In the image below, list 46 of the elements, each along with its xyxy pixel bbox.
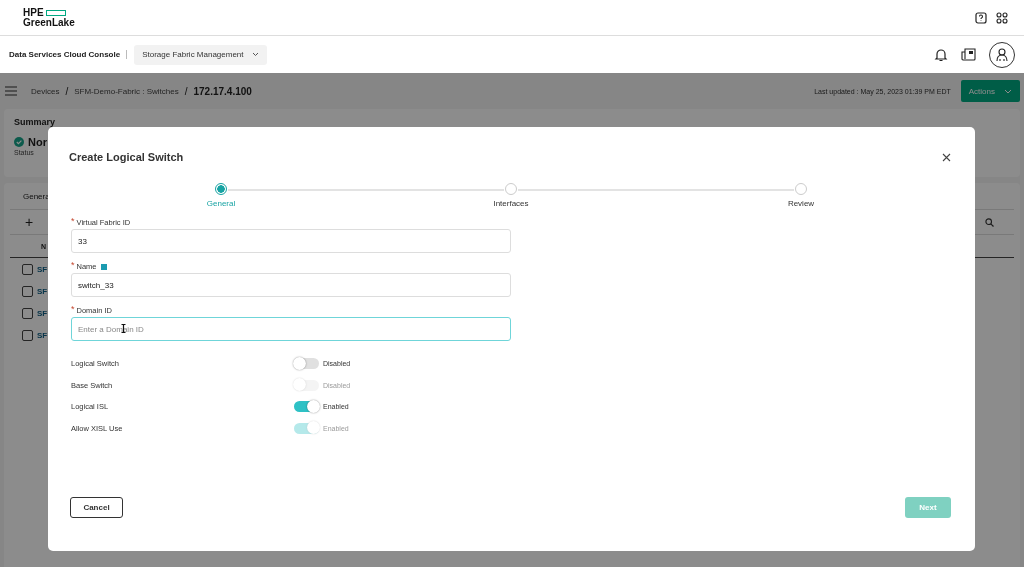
close-icon[interactable] bbox=[942, 152, 951, 162]
row-checkbox[interactable] bbox=[22, 329, 33, 341]
help-icon[interactable] bbox=[975, 11, 987, 24]
step-label[interactable]: Review bbox=[787, 199, 815, 208]
service-dropdown[interactable]: Storage Fabric Management bbox=[134, 44, 267, 65]
newspaper-icon[interactable] bbox=[961, 48, 976, 61]
logo[interactable]: HPE GreenLake bbox=[23, 7, 75, 28]
app-title: Data Services Cloud Console bbox=[9, 50, 128, 59]
actions-button[interactable]: Actions bbox=[960, 80, 1020, 102]
chevron-down-icon bbox=[251, 52, 259, 57]
step-marker[interactable] bbox=[505, 183, 517, 195]
user-icon bbox=[996, 47, 1008, 62]
check-circle-icon bbox=[14, 137, 24, 147]
step-marker[interactable] bbox=[795, 183, 807, 195]
cancel-button[interactable]: Cancel bbox=[70, 497, 123, 518]
input-field[interactable]: switch_33 bbox=[71, 273, 511, 297]
toggle-switch[interactable] bbox=[294, 358, 319, 370]
info-icon[interactable] bbox=[100, 263, 107, 270]
toggle-switch[interactable] bbox=[294, 401, 319, 413]
add-button[interactable]: + bbox=[25, 214, 34, 230]
dialog-title: Create Logical Switch bbox=[69, 151, 184, 163]
row-link[interactable]: SF bbox=[37, 308, 48, 318]
breadcrumb-separator: / bbox=[65, 85, 69, 97]
breadcrumb-separator: / bbox=[184, 85, 188, 97]
row-link[interactable]: SF bbox=[37, 330, 48, 340]
row-checkbox[interactable] bbox=[22, 307, 33, 319]
breadcrumb-link[interactable]: Devices bbox=[31, 86, 60, 96]
row-checkbox[interactable] bbox=[22, 285, 33, 297]
search-icon[interactable] bbox=[985, 217, 994, 227]
required-mark: * bbox=[71, 261, 75, 270]
row-checkbox[interactable] bbox=[22, 263, 33, 275]
breadcrumb-link[interactable]: SFM-Demo-Fabric : Switches bbox=[74, 86, 179, 96]
required-mark: * bbox=[71, 305, 75, 314]
step-label[interactable]: General bbox=[206, 199, 236, 208]
chevron-down-icon bbox=[1004, 88, 1012, 94]
summary-title: Summary bbox=[14, 117, 56, 127]
required-mark: * bbox=[71, 217, 75, 226]
apps-grid-icon[interactable] bbox=[996, 11, 1008, 24]
status-value: Nor bbox=[28, 136, 47, 148]
row-link[interactable]: SF bbox=[37, 264, 48, 274]
bell-icon[interactable] bbox=[934, 47, 948, 62]
step-label[interactable]: Interfaces bbox=[493, 199, 529, 208]
step-marker[interactable] bbox=[215, 183, 227, 195]
row-link[interactable]: SF bbox=[37, 286, 48, 296]
input-field[interactable]: 33 bbox=[71, 229, 511, 253]
breadcrumb-current: 172.17.4.100 bbox=[193, 85, 252, 97]
